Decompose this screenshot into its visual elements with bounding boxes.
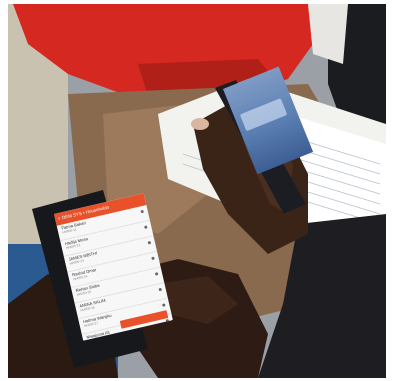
photo: ‹ DEM SYS • Households Fatma Bakari HH000… <box>8 4 386 378</box>
screen-glare <box>239 98 288 132</box>
fingernail <box>191 118 209 130</box>
photo-scene <box>8 4 386 378</box>
